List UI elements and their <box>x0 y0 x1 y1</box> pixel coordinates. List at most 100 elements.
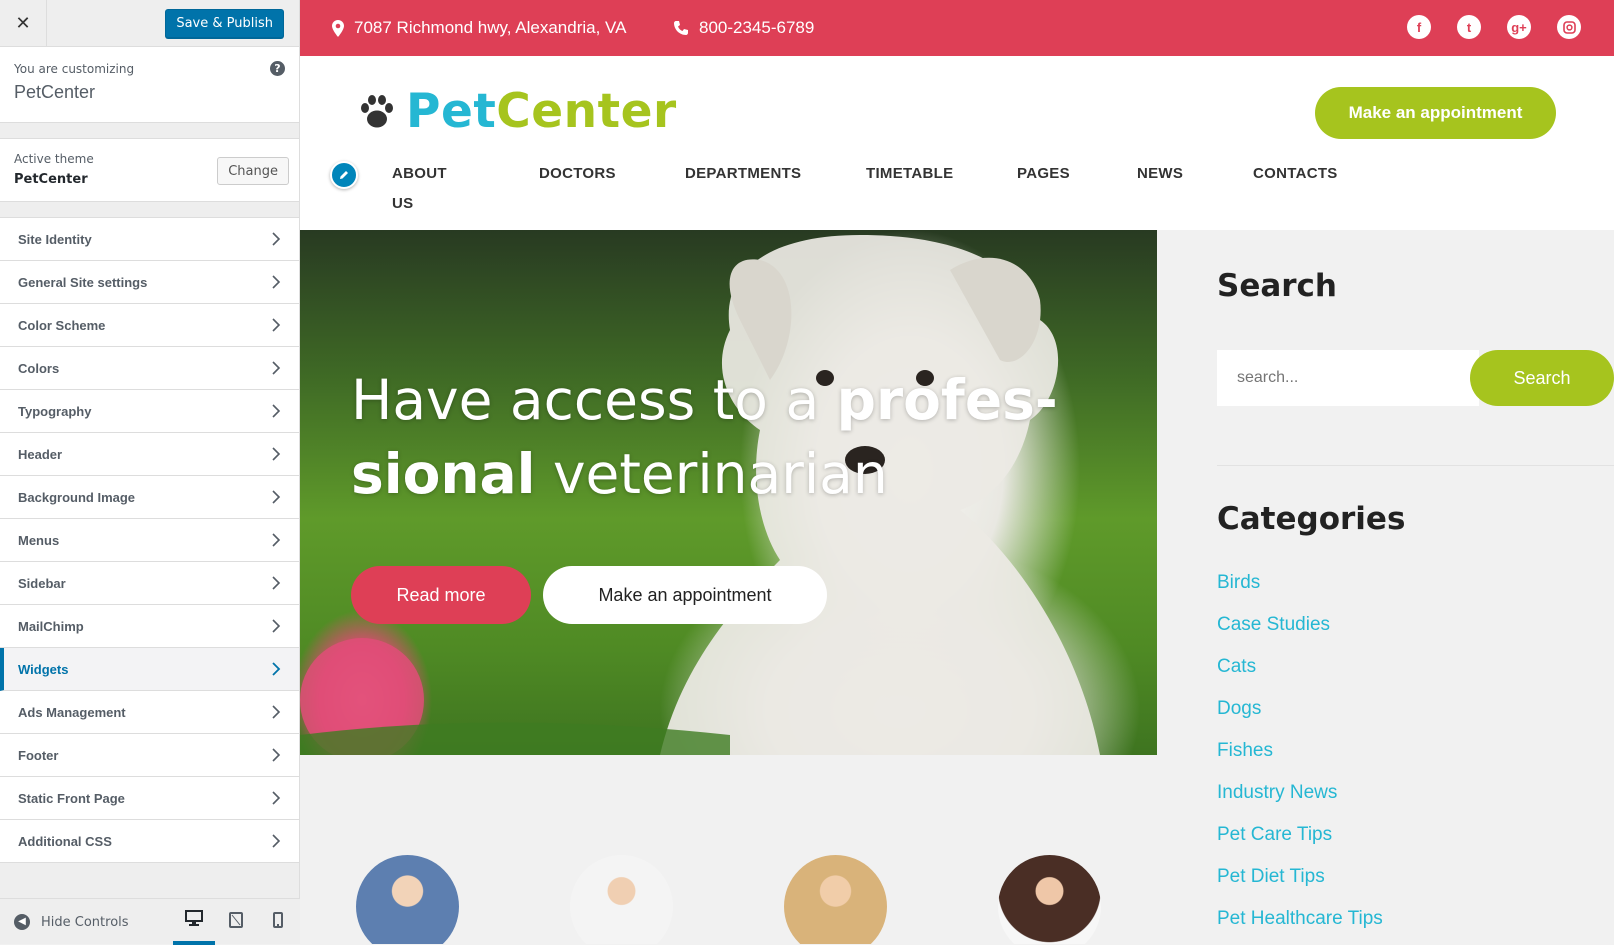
hero-text-bold-2: sional <box>351 442 536 506</box>
category-link[interactable]: Dogs <box>1217 688 1383 730</box>
chevron-right-icon <box>271 404 281 418</box>
section-label: MailChimp <box>18 618 84 634</box>
site-name: PetCenter <box>14 82 96 102</box>
section-color-scheme[interactable]: Color Scheme <box>0 304 299 347</box>
section-ads-management[interactable]: Ads Management <box>0 691 299 734</box>
section-header[interactable]: Header <box>0 433 299 476</box>
section-widgets[interactable]: Widgets <box>0 648 299 691</box>
nav-item-contacts[interactable]: CONTACTS <box>1253 159 1338 189</box>
close-customizer-button[interactable]: ✕ <box>0 0 47 47</box>
section-additional-css[interactable]: Additional CSS <box>0 820 299 863</box>
section-label: Background Image <box>18 489 136 505</box>
section-label: Additional CSS <box>18 833 112 849</box>
nav-item-about-us[interactable]: ABOUT US <box>392 159 447 212</box>
site-logo[interactable]: PetCenter <box>358 84 677 139</box>
header-appointment-button[interactable]: Make an appointment <box>1315 87 1556 139</box>
section-label: Footer <box>18 747 59 763</box>
doctor-avatar[interactable] <box>784 855 887 944</box>
doctor-avatar[interactable] <box>570 855 673 944</box>
close-icon: ✕ <box>15 13 31 34</box>
category-link[interactable]: Birds <box>1217 562 1383 604</box>
section-label: Widgets <box>18 661 69 677</box>
section-label: General Site settings <box>18 274 148 290</box>
hero-text-bold-1: profes- <box>836 368 1058 432</box>
section-typography[interactable]: Typography <box>0 390 299 433</box>
chevron-right-icon <box>271 748 281 762</box>
chevron-right-icon <box>271 318 281 332</box>
facebook-icon[interactable]: f <box>1407 15 1431 39</box>
map-pin-icon <box>332 19 344 37</box>
nav-item-pages[interactable]: PAGES <box>1017 159 1070 189</box>
section-label: Color Scheme <box>18 317 106 333</box>
chevron-right-icon <box>271 791 281 805</box>
phone-info: 800-2345-6789 <box>673 0 814 56</box>
paw-icon <box>361 94 393 127</box>
nav-item-departments[interactable]: DEPARTMENTS <box>685 159 801 189</box>
section-menus[interactable]: Menus <box>0 519 299 562</box>
top-bar: 7087 Richmond hwy, Alexandria, VA 800-23… <box>300 0 1614 56</box>
save-publish-button[interactable]: Save & Publish <box>165 9 284 38</box>
category-link[interactable]: Cats <box>1217 646 1383 688</box>
logo-text: PetCenter <box>406 84 677 139</box>
section-sidebar[interactable]: Sidebar <box>0 562 299 605</box>
section-colors[interactable]: Colors <box>0 347 299 390</box>
section-label: Typography <box>18 403 92 419</box>
site-header: PetCenter Make an appointment ABOUT US D… <box>300 56 1614 230</box>
category-link[interactable]: Industry News <box>1217 772 1383 814</box>
chevron-right-icon <box>271 533 281 547</box>
chevron-right-icon <box>271 361 281 375</box>
tablet-icon <box>229 912 243 932</box>
customizer-info: You are customizing PetCenter ? <box>0 47 299 123</box>
section-label: Static Front Page <box>18 790 125 806</box>
help-icon[interactable]: ? <box>270 61 285 76</box>
google-plus-icon[interactable]: g+ <box>1507 15 1531 39</box>
chevron-right-icon <box>271 662 281 676</box>
section-static-front-page[interactable]: Static Front Page <box>0 777 299 820</box>
section-label: Ads Management <box>18 704 126 720</box>
chevron-right-icon <box>271 447 281 461</box>
section-label: Colors <box>18 360 60 376</box>
nav-item-doctors[interactable]: DOCTORS <box>539 159 616 189</box>
doctor-avatar[interactable] <box>998 855 1101 944</box>
mobile-icon <box>273 912 283 932</box>
tablet-preview-button[interactable] <box>215 899 257 945</box>
phone-icon <box>674 21 688 35</box>
nav-item-news[interactable]: NEWS <box>1137 159 1183 189</box>
category-link[interactable]: Case Studies <box>1217 604 1383 646</box>
logo-text-center: Center <box>496 84 677 139</box>
instagram-icon[interactable] <box>1557 15 1581 39</box>
mobile-preview-button[interactable] <box>257 899 299 945</box>
chevron-right-icon <box>271 232 281 246</box>
category-link[interactable]: Pet Care Tips <box>1217 814 1383 856</box>
section-label: Header <box>18 446 63 462</box>
hide-controls-label: Hide Controls <box>41 914 129 930</box>
customizer-sections: Site Identity General Site settings Colo… <box>0 217 299 863</box>
search-input[interactable] <box>1217 350 1479 406</box>
active-theme-panel: Active theme PetCenter Change <box>0 138 299 202</box>
category-link[interactable]: Pet Diet Tips <box>1217 856 1383 898</box>
desktop-preview-button[interactable] <box>173 899 215 945</box>
search-button[interactable]: Search <box>1470 350 1614 406</box>
address-text: 7087 Richmond hwy, Alexandria, VA <box>354 18 627 37</box>
nav-item-timetable[interactable]: TIMETABLE <box>866 159 953 189</box>
section-general-site-settings[interactable]: General Site settings <box>0 261 299 304</box>
doctor-avatar[interactable] <box>356 855 459 944</box>
read-more-button[interactable]: Read more <box>351 566 531 624</box>
hero-appointment-button[interactable]: Make an appointment <box>543 566 827 624</box>
categories-widget-title: Categories <box>1217 501 1406 537</box>
category-link[interactable]: Pet Healthcare Tips <box>1217 898 1383 940</box>
hide-controls-button[interactable]: ◀ Hide Controls <box>14 899 129 945</box>
section-mailchimp[interactable]: MailChimp <box>0 605 299 648</box>
category-link[interactable]: Fishes <box>1217 730 1383 772</box>
chevron-right-icon <box>271 490 281 504</box>
section-background-image[interactable]: Background Image <box>0 476 299 519</box>
change-theme-button[interactable]: Change <box>217 157 289 185</box>
categories-list: Birds Case Studies Cats Dogs Fishes Indu… <box>1217 562 1383 940</box>
section-site-identity[interactable]: Site Identity <box>0 218 299 261</box>
chevron-right-icon <box>271 576 281 590</box>
twitter-icon[interactable]: t <box>1457 15 1481 39</box>
logo-text-pet: Pet <box>406 84 497 139</box>
edit-shortcut-button[interactable] <box>330 161 358 189</box>
hero-heading: Have access to a profes-sional veterinar… <box>351 363 1071 511</box>
section-footer[interactable]: Footer <box>0 734 299 777</box>
